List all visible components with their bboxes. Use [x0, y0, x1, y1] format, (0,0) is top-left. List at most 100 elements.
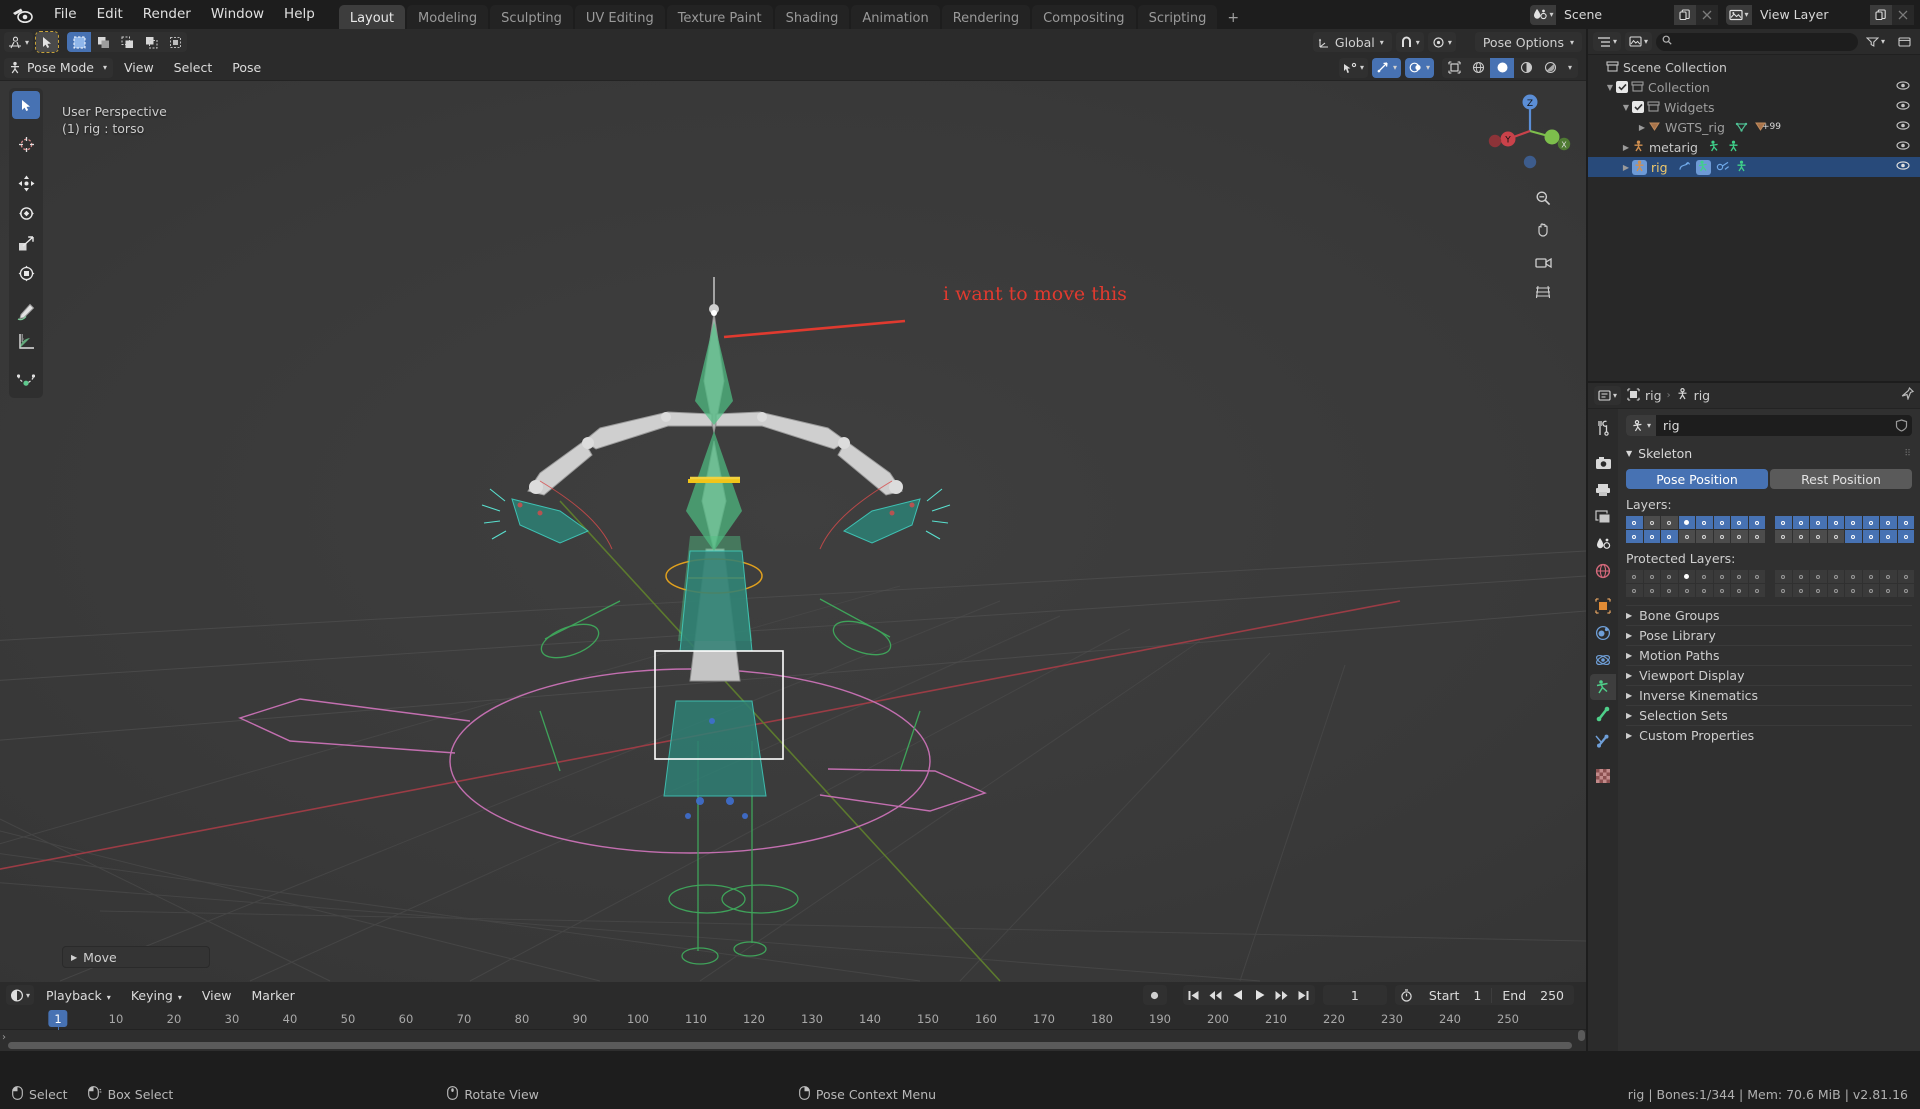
layer-cell[interactable] [1643, 530, 1660, 543]
timeline-menu-playback[interactable]: Playback ▾ [38, 986, 119, 1005]
visibility-eye-icon[interactable] [1896, 119, 1910, 134]
layer-cell[interactable] [1810, 516, 1827, 529]
show-gizmo-icon[interactable]: ▾ [1338, 57, 1368, 78]
protected-layers-grid[interactable] [1626, 570, 1914, 597]
layer-cell[interactable] [1810, 530, 1827, 543]
timeline-playhead[interactable]: 1 [48, 1010, 68, 1027]
layer-cell[interactable] [1810, 570, 1827, 583]
select-new-icon[interactable] [91, 32, 115, 52]
armature-data-icon[interactable]: ▾ [1626, 415, 1656, 436]
empty-plus99-icon[interactable]: +99 [1754, 120, 1781, 135]
layer-cell[interactable] [1845, 570, 1862, 583]
timeline-editor[interactable]: ▾ Playback ▾ Keying ▾ View Marker 1 Star… [0, 982, 1586, 1051]
navigation-gizmo[interactable]: Z X Y [1488, 89, 1572, 173]
workspace-tab-compositing[interactable]: Compositing [1032, 5, 1136, 29]
start-frame-value[interactable]: 1 [1473, 988, 1481, 1003]
layer-cell[interactable] [1775, 530, 1792, 543]
play-reverse-icon[interactable] [1227, 985, 1249, 1005]
layer-cell[interactable] [1880, 584, 1897, 597]
viewport-canvas[interactable]: i want to move this User Perspective (1)… [0, 81, 1586, 982]
layer-cell[interactable] [1713, 584, 1730, 597]
layer-cell[interactable] [1748, 570, 1765, 583]
prev-keyframe-icon[interactable] [1205, 985, 1227, 1005]
show-overlays-icon[interactable]: ▾ [1371, 57, 1401, 78]
pose-icon[interactable] [1708, 140, 1721, 155]
layer-cell[interactable] [1827, 584, 1844, 597]
layer-cell[interactable] [1678, 584, 1695, 597]
panel-custom-properties[interactable]: ▶ Custom Properties [1626, 725, 1912, 745]
armature-data-icon[interactable] [1676, 388, 1689, 403]
rest-position-button[interactable]: Rest Position [1770, 469, 1912, 489]
layer-cell[interactable] [1792, 584, 1809, 597]
remove-view-layer-button[interactable] [1892, 4, 1914, 25]
fake-user-icon[interactable] [1890, 415, 1912, 436]
visibility-eye-icon[interactable] [1896, 159, 1910, 174]
outliner-display-mode[interactable]: ▾ [1625, 32, 1653, 51]
stopwatch-icon[interactable] [1395, 988, 1419, 1002]
panel-viewport-display[interactable]: ▶ Viewport Display [1626, 665, 1912, 685]
panel-motion-paths[interactable]: ▶ Motion Paths [1626, 645, 1912, 665]
layer-cell[interactable] [1827, 530, 1844, 543]
expand-triangle-icon[interactable]: ▶ [1620, 143, 1632, 152]
layer-cell[interactable] [1880, 530, 1897, 543]
properties-editor[interactable]: ▾ rig › rig ▾ rig ▼ Skeleton ⠿ Pose Posi… [1588, 383, 1920, 1051]
select-box-icon[interactable] [67, 32, 92, 52]
new-view-layer-button[interactable] [1870, 4, 1892, 25]
layer-cell[interactable] [1661, 584, 1678, 597]
datablock-name-field[interactable]: ▾ rig [1626, 415, 1912, 436]
layer-cell[interactable] [1775, 570, 1792, 583]
layer-cell[interactable] [1696, 570, 1713, 583]
menu-render[interactable]: Render [133, 3, 201, 26]
timeline-menu-marker[interactable]: Marker [244, 986, 303, 1005]
workspace-tab-animation[interactable]: Animation [851, 5, 940, 29]
timeline-menu-view[interactable]: View [194, 986, 240, 1005]
outliner-row-rig[interactable]: ▶ rig [1588, 157, 1920, 177]
outliner-row-metarig[interactable]: ▶ metarig [1588, 137, 1920, 157]
search-input[interactable] [1656, 32, 1858, 51]
layer-cell[interactable] [1713, 530, 1730, 543]
new-scene-button[interactable] [1674, 4, 1696, 25]
layer-cell[interactable] [1792, 530, 1809, 543]
outliner-icon[interactable]: ▾ [1593, 32, 1622, 51]
layer-cell[interactable] [1845, 584, 1862, 597]
orthographic-toggle-icon[interactable] [1530, 279, 1556, 305]
properties-tab-render[interactable] [1590, 450, 1616, 476]
viewport-menu-pose[interactable]: Pose [223, 58, 270, 77]
layer-cell[interactable] [1731, 516, 1748, 529]
layer-cell[interactable] [1661, 570, 1678, 583]
pose-position-button[interactable]: Pose Position [1626, 469, 1768, 489]
layer-cell[interactable] [1862, 530, 1879, 543]
properties-tab-object[interactable] [1590, 593, 1616, 619]
zoom-icon[interactable] [1530, 185, 1556, 211]
expand-triangle-icon[interactable]: ▼ [1620, 103, 1632, 112]
layer-cell[interactable] [1626, 584, 1643, 597]
editor-type-3dview-icon[interactable]: ▾ [4, 32, 34, 52]
new-collection-icon[interactable] [1893, 32, 1915, 51]
panel-bone-groups[interactable]: ▶ Bone Groups [1626, 605, 1912, 625]
scene-name[interactable]: Scene [1556, 4, 1674, 25]
visibility-eye-icon[interactable] [1896, 99, 1910, 114]
properties-tab-scene[interactable] [1590, 531, 1616, 557]
view-layer-icon[interactable]: ▾ [1726, 4, 1752, 25]
3d-viewport[interactable]: ▾ Global ▾ ▾ ▾ Pose Options ▾ Pose Mode … [0, 29, 1586, 982]
visibility-eye-icon[interactable] [1896, 139, 1910, 154]
datablock-name[interactable]: rig [1656, 418, 1890, 433]
layer-cell[interactable] [1792, 516, 1809, 529]
rotate-tool-icon[interactable] [12, 199, 40, 227]
unlink-scene-button[interactable] [1696, 4, 1718, 25]
layer-cell[interactable] [1626, 570, 1643, 583]
workspace-tab-texture-paint[interactable]: Texture Paint [666, 5, 773, 29]
panel-pose-library[interactable]: ▶ Pose Library [1626, 625, 1912, 645]
expand-triangle-icon[interactable]: ▶ [1636, 123, 1648, 132]
viewport-body[interactable]: i want to move this User Perspective (1)… [0, 81, 1586, 982]
mesh-data-icon[interactable] [1735, 120, 1748, 135]
layer-cell[interactable] [1626, 530, 1643, 543]
layer-cell[interactable] [1661, 530, 1678, 543]
cursor-tool-icon[interactable] [12, 130, 40, 158]
select-extend-icon[interactable] [115, 32, 139, 52]
expand-channels-icon[interactable]: › [2, 1032, 6, 1043]
properties-tab-physics[interactable] [1590, 647, 1616, 673]
properties-tab-tool[interactable] [1590, 415, 1616, 441]
layer-cell[interactable] [1897, 570, 1914, 583]
blender-logo-icon[interactable] [10, 4, 36, 26]
